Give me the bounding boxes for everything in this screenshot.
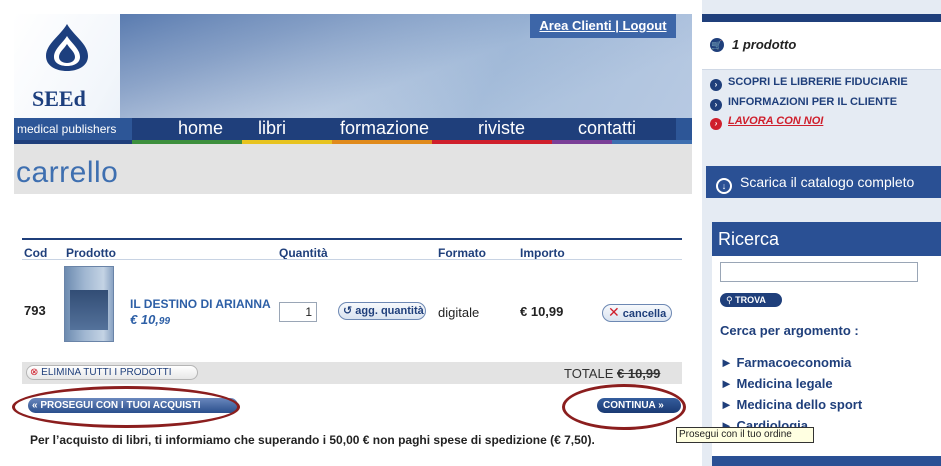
header-row-rule bbox=[22, 259, 682, 260]
quantity-input[interactable] bbox=[279, 302, 317, 322]
product-name-link[interactable]: IL DESTINO DI ARIANNA bbox=[130, 297, 271, 311]
page-title: carrello bbox=[16, 156, 119, 189]
triangle-right-icon: ► bbox=[720, 397, 737, 412]
remove-item-button[interactable]: ✕ cancella bbox=[602, 304, 672, 322]
download-catalog-label: Scarica il catalogo completo bbox=[740, 174, 915, 190]
col-header-product: Prodotto bbox=[66, 246, 116, 260]
nav-riviste[interactable]: riviste bbox=[478, 118, 525, 140]
col-header-cod: Cod bbox=[24, 246, 48, 260]
product-price-cents: 99 bbox=[158, 316, 171, 327]
table-top-rule bbox=[22, 238, 682, 240]
sidebar-bottom-bar bbox=[712, 456, 941, 466]
search-button-label: TROVA bbox=[735, 295, 766, 305]
search-button[interactable]: ⚲ TROVA bbox=[720, 293, 782, 307]
search-heading: Ricerca bbox=[712, 222, 941, 256]
cart-total: TOTALE € 10,99 bbox=[564, 366, 660, 381]
product-thumbnail-cover bbox=[70, 290, 108, 330]
download-icon: ↓ bbox=[716, 178, 732, 194]
col-header-format: Formato bbox=[438, 246, 486, 260]
link-librerie-label: SCOPRI LE LIBRERIE FIDUCIARIE bbox=[728, 76, 908, 88]
product-cod: 793 bbox=[24, 303, 46, 318]
chevron-right-icon: › bbox=[710, 99, 722, 111]
topic-label: Medicina legale bbox=[736, 376, 833, 391]
topic-farmacoeconomia[interactable]: ► Farmacoeconomia bbox=[720, 355, 851, 370]
logo-text[interactable]: SEEd bbox=[32, 86, 122, 112]
update-quantity-label: agg. quantità bbox=[355, 305, 424, 317]
nav-contatti[interactable]: contatti bbox=[578, 118, 636, 140]
sidebar-top-bar bbox=[702, 14, 941, 22]
col-header-amount: Importo bbox=[520, 246, 565, 260]
seed-logo-icon[interactable] bbox=[44, 22, 90, 72]
nav-end-cap bbox=[676, 118, 692, 140]
link-info-cliente-label: INFORMAZIONI PER IL CLIENTE bbox=[728, 96, 898, 108]
refresh-icon: ↺ bbox=[343, 305, 356, 317]
cart-count[interactable]: 1 prodotto bbox=[732, 37, 796, 52]
triangle-right-icon: ► bbox=[720, 376, 737, 391]
product-amount: € 10,99 bbox=[520, 304, 564, 319]
highlight-oval-right bbox=[562, 384, 686, 430]
search-icon: ⚲ bbox=[726, 295, 736, 305]
topic-medicina-sport[interactable]: ► Medicina dello sport bbox=[720, 397, 862, 412]
highlight-oval-left bbox=[12, 386, 240, 428]
cart-icon[interactable]: 🛒 bbox=[710, 38, 724, 52]
col-header-quantity: Quantità bbox=[279, 246, 328, 260]
download-catalog-button[interactable]: ↓ Scarica il catalogo completo bbox=[706, 166, 941, 198]
triangle-right-icon: ► bbox=[720, 355, 737, 370]
continue-tooltip: Prosegui con il tuo ordine bbox=[676, 427, 814, 443]
nav-libri[interactable]: libri bbox=[258, 118, 286, 140]
topic-label: Medicina dello sport bbox=[736, 397, 863, 412]
chevron-right-icon: › bbox=[710, 118, 722, 130]
remove-circle-icon: ⊗ bbox=[30, 367, 39, 378]
product-format: digitale bbox=[438, 305, 480, 320]
shipping-info: Per l’acquisto di libri, ti informiamo c… bbox=[30, 433, 595, 447]
nav-home[interactable]: home bbox=[178, 118, 223, 140]
link-lavora[interactable]: › LAVORA CON NOI bbox=[710, 115, 823, 130]
tagline: medical publishers bbox=[14, 118, 132, 140]
topics-heading: Cerca per argomento : bbox=[720, 323, 859, 338]
nav-formazione[interactable]: formazione bbox=[340, 118, 429, 140]
link-lavora-label: LAVORA CON NOI bbox=[728, 115, 824, 127]
link-info-cliente[interactable]: › INFORMAZIONI PER IL CLIENTE bbox=[710, 96, 897, 111]
clear-cart-label: ELIMINA TUTTI I PRODOTTI bbox=[41, 367, 172, 378]
search-input[interactable] bbox=[720, 262, 918, 282]
topic-label: Farmacoeconomia bbox=[736, 355, 852, 370]
update-quantity-button[interactable]: ↺ agg. quantità bbox=[338, 302, 426, 320]
account-links[interactable]: Area Clienti | Logout bbox=[530, 18, 676, 33]
product-price: € 10,99 bbox=[130, 312, 170, 327]
topic-medicina-legale[interactable]: ► Medicina legale bbox=[720, 376, 833, 391]
chevron-right-icon: › bbox=[710, 79, 722, 91]
link-librerie[interactable]: › SCOPRI LE LIBRERIE FIDUCIARIE bbox=[710, 76, 908, 91]
total-label: TOTALE bbox=[564, 366, 614, 381]
product-price-main: € 10, bbox=[130, 312, 159, 327]
total-value: € 10,99 bbox=[617, 366, 661, 381]
account-links-text[interactable]: Area Clienti | Logout bbox=[539, 18, 666, 33]
clear-cart-button[interactable]: ⊗ ELIMINA TUTTI I PRODOTTI bbox=[26, 365, 198, 380]
remove-item-label: cancella bbox=[622, 308, 667, 320]
close-icon: ✕ bbox=[608, 304, 620, 320]
